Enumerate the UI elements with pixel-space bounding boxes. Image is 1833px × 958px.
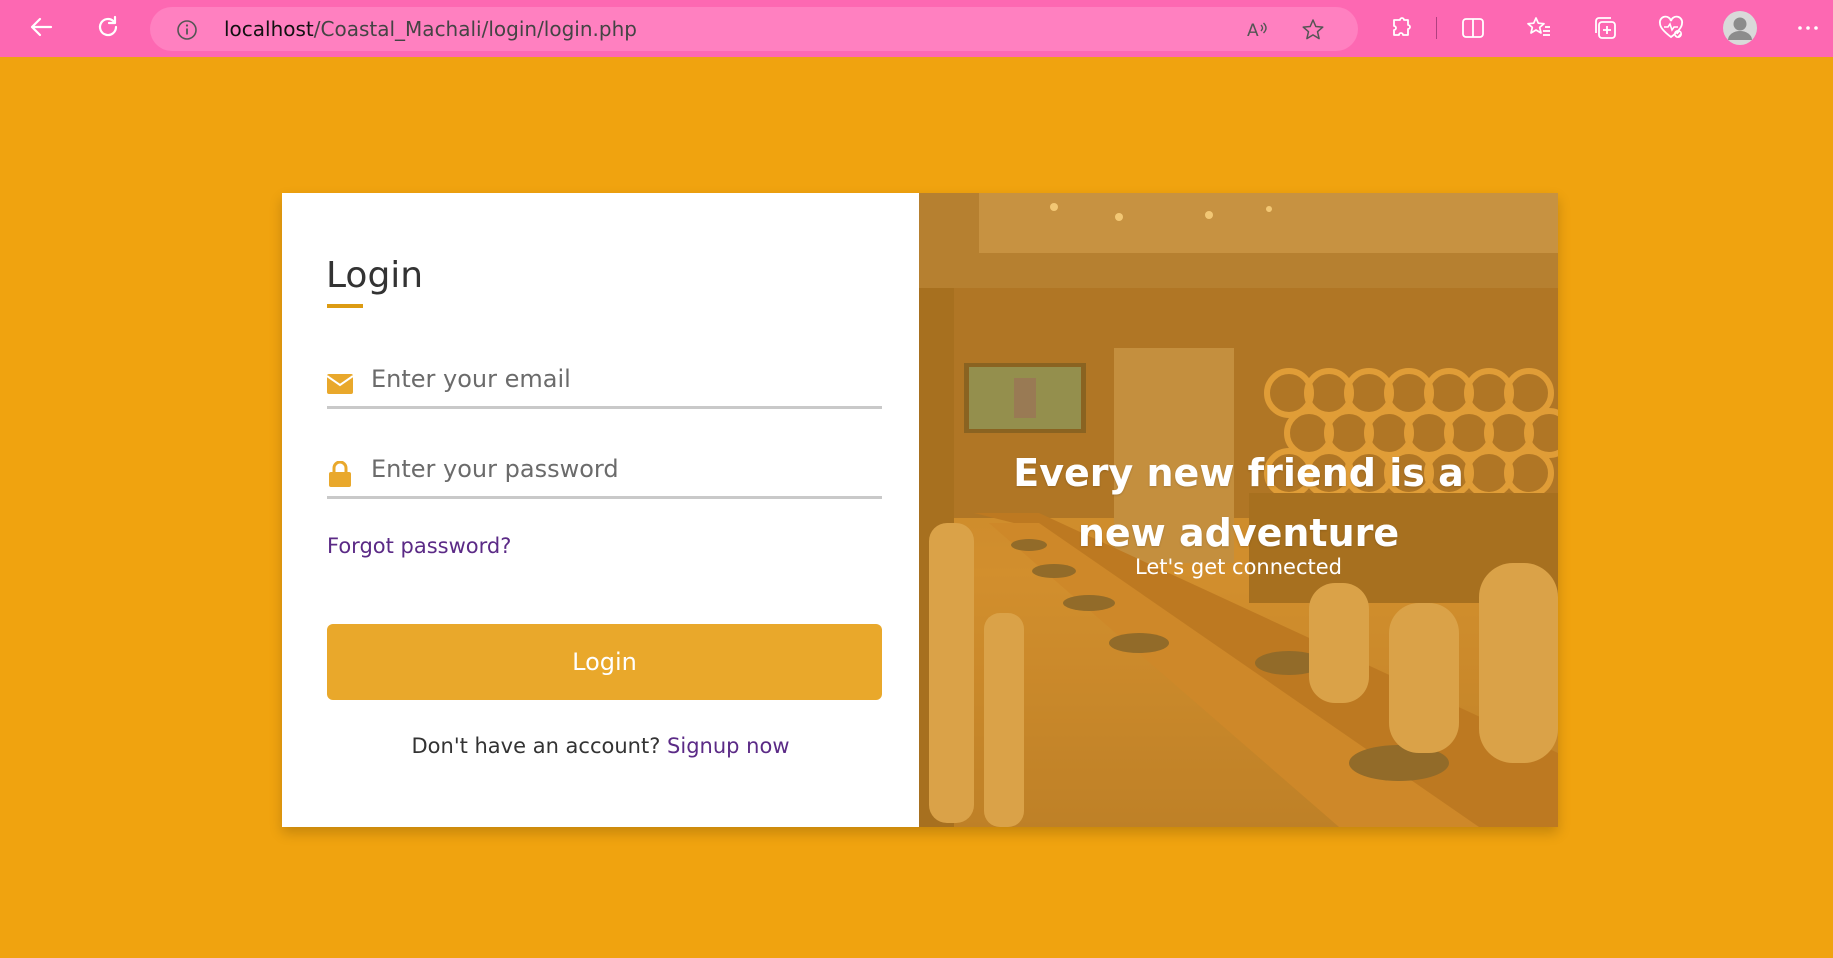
- more-options-icon[interactable]: [1792, 12, 1824, 44]
- info-icon[interactable]: [176, 19, 198, 45]
- signup-prompt: Don't have an account? Signup now: [282, 734, 919, 758]
- hero-image-panel: Every new friend is a new adventure Let'…: [919, 193, 1558, 827]
- login-button[interactable]: Login: [327, 624, 882, 700]
- envelope-icon: [327, 371, 353, 397]
- favorite-star-icon[interactable]: [1300, 17, 1326, 43]
- title-underline: [327, 304, 363, 308]
- login-form: Login Forgot password? Login Don't have …: [282, 193, 919, 827]
- lock-icon: [327, 461, 353, 487]
- split-screen-icon[interactable]: [1457, 12, 1489, 44]
- profile-avatar-icon[interactable]: [1722, 10, 1758, 46]
- extensions-icon[interactable]: [1385, 12, 1417, 44]
- forgot-password-link[interactable]: Forgot password?: [327, 534, 511, 558]
- read-aloud-icon[interactable]: A: [1244, 17, 1270, 43]
- login-card: Login Forgot password? Login Don't have …: [282, 193, 1558, 827]
- signup-link[interactable]: Signup now: [667, 734, 789, 758]
- collections-icon[interactable]: [1589, 12, 1621, 44]
- svg-text:A: A: [1247, 21, 1259, 41]
- favorites-icon[interactable]: [1523, 12, 1555, 44]
- hero-subline: Let's get connected: [1135, 555, 1342, 579]
- password-field[interactable]: [371, 447, 871, 491]
- browser-toolbar: localhost/Coastal_Machali/login/login.ph…: [0, 0, 1833, 57]
- url-path: /Coastal_Machali/login/login.php: [313, 17, 637, 41]
- email-field[interactable]: [371, 357, 871, 401]
- url-text[interactable]: localhost/Coastal_Machali/login/login.ph…: [224, 7, 637, 51]
- hero-tagline-line2: new adventure: [1077, 511, 1400, 555]
- address-bar[interactable]: localhost/Coastal_Machali/login/login.ph…: [150, 7, 1358, 51]
- refresh-button[interactable]: [89, 10, 127, 48]
- hero-tagline-line1: Every new friend is a: [1013, 451, 1464, 495]
- signup-prompt-text: Don't have an account?: [411, 734, 661, 758]
- page-title: Login: [326, 255, 424, 296]
- back-button[interactable]: [22, 10, 60, 48]
- password-field-group: [327, 441, 882, 499]
- toolbar-separator: [1436, 17, 1437, 39]
- url-host: localhost: [224, 17, 314, 41]
- hero-tagline: Every new friend is a new adventure: [919, 443, 1558, 563]
- back-arrow-icon: [27, 13, 55, 45]
- email-field-group: [327, 351, 882, 409]
- refresh-icon: [94, 13, 122, 45]
- browser-essentials-icon[interactable]: [1655, 12, 1687, 44]
